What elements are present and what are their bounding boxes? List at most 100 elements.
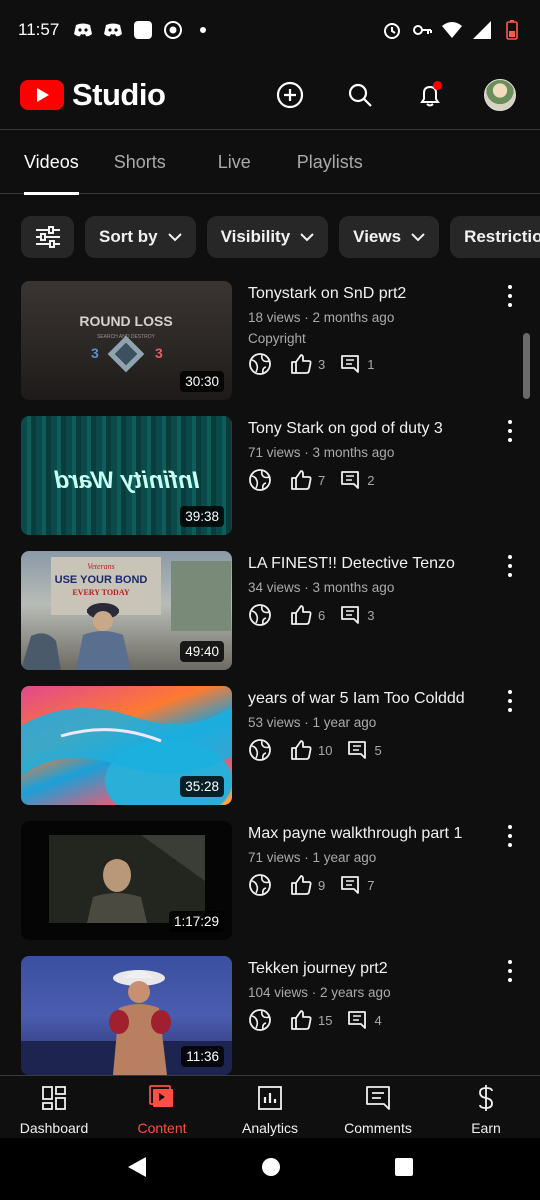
app-header: Studio xyxy=(0,60,540,130)
bottom-navigation: Dashboard Content Analytics Comments Ear… xyxy=(0,1075,540,1138)
video-row[interactable]: 35:28 years of war 5 Iam Too Colddd 53 v… xyxy=(0,686,540,821)
nav-dashboard[interactable]: Dashboard xyxy=(0,1076,108,1138)
home-icon[interactable] xyxy=(261,1157,281,1182)
public-globe-icon xyxy=(248,738,272,762)
score-right: 3 xyxy=(155,345,163,361)
more-options-button[interactable] xyxy=(502,825,518,847)
tab-playlists[interactable]: Playlists xyxy=(297,131,363,194)
search-icon xyxy=(348,83,372,107)
logo-text: Studio xyxy=(72,76,166,112)
video-stats: 6 3 xyxy=(248,603,488,627)
nav-content[interactable]: Content xyxy=(108,1076,216,1138)
studio-logo[interactable]: Studio xyxy=(20,76,166,113)
tab-live[interactable]: Live xyxy=(218,131,251,194)
notifications-button[interactable] xyxy=(410,75,450,115)
video-row[interactable]: Veterans USE YOUR BOND EVERY TODAY 49:40… xyxy=(0,551,540,686)
nav-comments[interactable]: Comments xyxy=(324,1076,432,1138)
recents-icon[interactable] xyxy=(394,1157,414,1182)
avatar xyxy=(484,78,516,111)
like-icon xyxy=(290,353,312,375)
battery-low-icon xyxy=(502,20,522,40)
content-icon xyxy=(149,1084,175,1112)
nav-label: Content xyxy=(137,1120,187,1136)
like-count: 6 xyxy=(318,607,326,623)
thumb-sub2: EVERY TODAY xyxy=(72,588,130,597)
video-info: Max payne walkthrough part 1 71 views · … xyxy=(248,821,488,897)
comment-count: 3 xyxy=(367,607,375,623)
video-meta: 18 views · 2 months ago xyxy=(248,310,395,325)
thumb-text: ROUND LOSS xyxy=(79,313,172,329)
video-title[interactable]: Tonystark on SnD prt2 xyxy=(248,284,488,304)
comment-icon xyxy=(346,739,368,761)
thumb-text: USE YOUR BOND xyxy=(55,574,148,586)
video-meta: 34 views · 3 months ago xyxy=(248,580,395,595)
tab-videos[interactable]: Videos xyxy=(24,131,79,195)
comment-count: 4 xyxy=(374,1012,382,1028)
like-count: 3 xyxy=(318,356,326,372)
restriction-chip[interactable]: Restriction xyxy=(450,216,540,258)
discord-icon xyxy=(103,20,123,40)
video-title[interactable]: Max payne walkthrough part 1 xyxy=(248,824,488,844)
filter-button[interactable] xyxy=(21,216,74,258)
video-info: LA FINEST!! Detective Tenzo 34 views · 3… xyxy=(248,551,488,627)
create-button[interactable] xyxy=(270,75,310,115)
like-count: 10 xyxy=(318,742,333,758)
video-duration: 1:17:29 xyxy=(168,911,224,932)
video-stats: 15 4 xyxy=(248,1008,488,1032)
more-options-button[interactable] xyxy=(502,690,518,712)
analytics-icon xyxy=(257,1084,283,1112)
more-options-button[interactable] xyxy=(502,960,518,982)
video-meta: 53 views · 1 year ago xyxy=(248,715,377,730)
search-button[interactable] xyxy=(340,75,380,115)
video-duration: 39:38 xyxy=(180,506,224,527)
chip-label: Restriction xyxy=(464,227,540,246)
video-thumbnail[interactable]: Veterans USE YOUR BOND EVERY TODAY 49:40 xyxy=(21,551,232,670)
video-row[interactable]: ROUND LOSS SEARCH AND DESTROY 3 3 30:30 … xyxy=(0,281,540,416)
back-icon[interactable] xyxy=(126,1156,148,1183)
thumb-text: Infinity Ward xyxy=(53,467,199,494)
video-duration: 11:36 xyxy=(181,1046,224,1067)
video-thumbnail[interactable]: 1:17:29 xyxy=(21,821,232,940)
account-button[interactable] xyxy=(480,75,520,115)
video-row[interactable]: 11:36 Tekken journey prt2 104 views · 2 … xyxy=(0,956,540,1091)
filter-chips: Sort by Visibility Views Restriction xyxy=(21,216,540,258)
nav-analytics[interactable]: Analytics xyxy=(216,1076,324,1138)
more-options-button[interactable] xyxy=(502,555,518,577)
public-globe-icon xyxy=(248,1008,272,1032)
like-count: 15 xyxy=(318,1012,333,1028)
video-title[interactable]: Tony Stark on god of duty 3 xyxy=(248,419,488,439)
video-thumbnail[interactable]: ROUND LOSS SEARCH AND DESTROY 3 3 30:30 xyxy=(21,281,232,400)
copyright-label[interactable]: Copyright xyxy=(248,331,488,346)
dashboard-icon xyxy=(41,1084,67,1112)
like-icon xyxy=(290,739,312,761)
more-options-button[interactable] xyxy=(502,420,518,442)
chip-label: Views xyxy=(353,227,402,246)
video-title[interactable]: years of war 5 Iam Too Colddd xyxy=(248,689,488,709)
video-meta: 71 views · 3 months ago xyxy=(248,445,395,460)
nav-label: Dashboard xyxy=(19,1120,89,1136)
video-duration: 35:28 xyxy=(180,776,224,797)
visibility-chip[interactable]: Visibility xyxy=(206,216,329,258)
comments-icon xyxy=(365,1084,391,1112)
video-title[interactable]: LA FINEST!! Detective Tenzo xyxy=(248,554,488,574)
video-row[interactable]: 1:17:29 Max payne walkthrough part 1 71 … xyxy=(0,821,540,956)
vpn-key-icon xyxy=(412,20,432,40)
video-thumbnail[interactable]: Infinity Ward 39:38 xyxy=(21,416,232,535)
like-count: 7 xyxy=(318,472,326,488)
chevron-down-icon xyxy=(167,232,182,242)
discord-icon xyxy=(73,20,93,40)
tab-shorts[interactable]: Shorts xyxy=(114,131,166,194)
list-scrollbar[interactable] xyxy=(523,333,530,399)
sort-by-chip[interactable]: Sort by xyxy=(85,216,196,258)
video-title[interactable]: Tekken journey prt2 xyxy=(248,959,488,979)
video-thumbnail[interactable]: 35:28 xyxy=(21,686,232,805)
video-row[interactable]: Infinity Ward 39:38 Tony Stark on god of… xyxy=(0,416,540,551)
app-icon xyxy=(133,20,153,40)
video-info: Tekken journey prt2 104 views · 2 years … xyxy=(248,956,488,1032)
views-chip[interactable]: Views xyxy=(339,216,440,258)
like-icon xyxy=(290,1009,312,1031)
nav-earn[interactable]: Earn xyxy=(432,1076,540,1138)
comment-icon xyxy=(339,874,361,896)
more-options-button[interactable] xyxy=(502,285,518,307)
video-thumbnail[interactable]: 11:36 xyxy=(21,956,232,1075)
